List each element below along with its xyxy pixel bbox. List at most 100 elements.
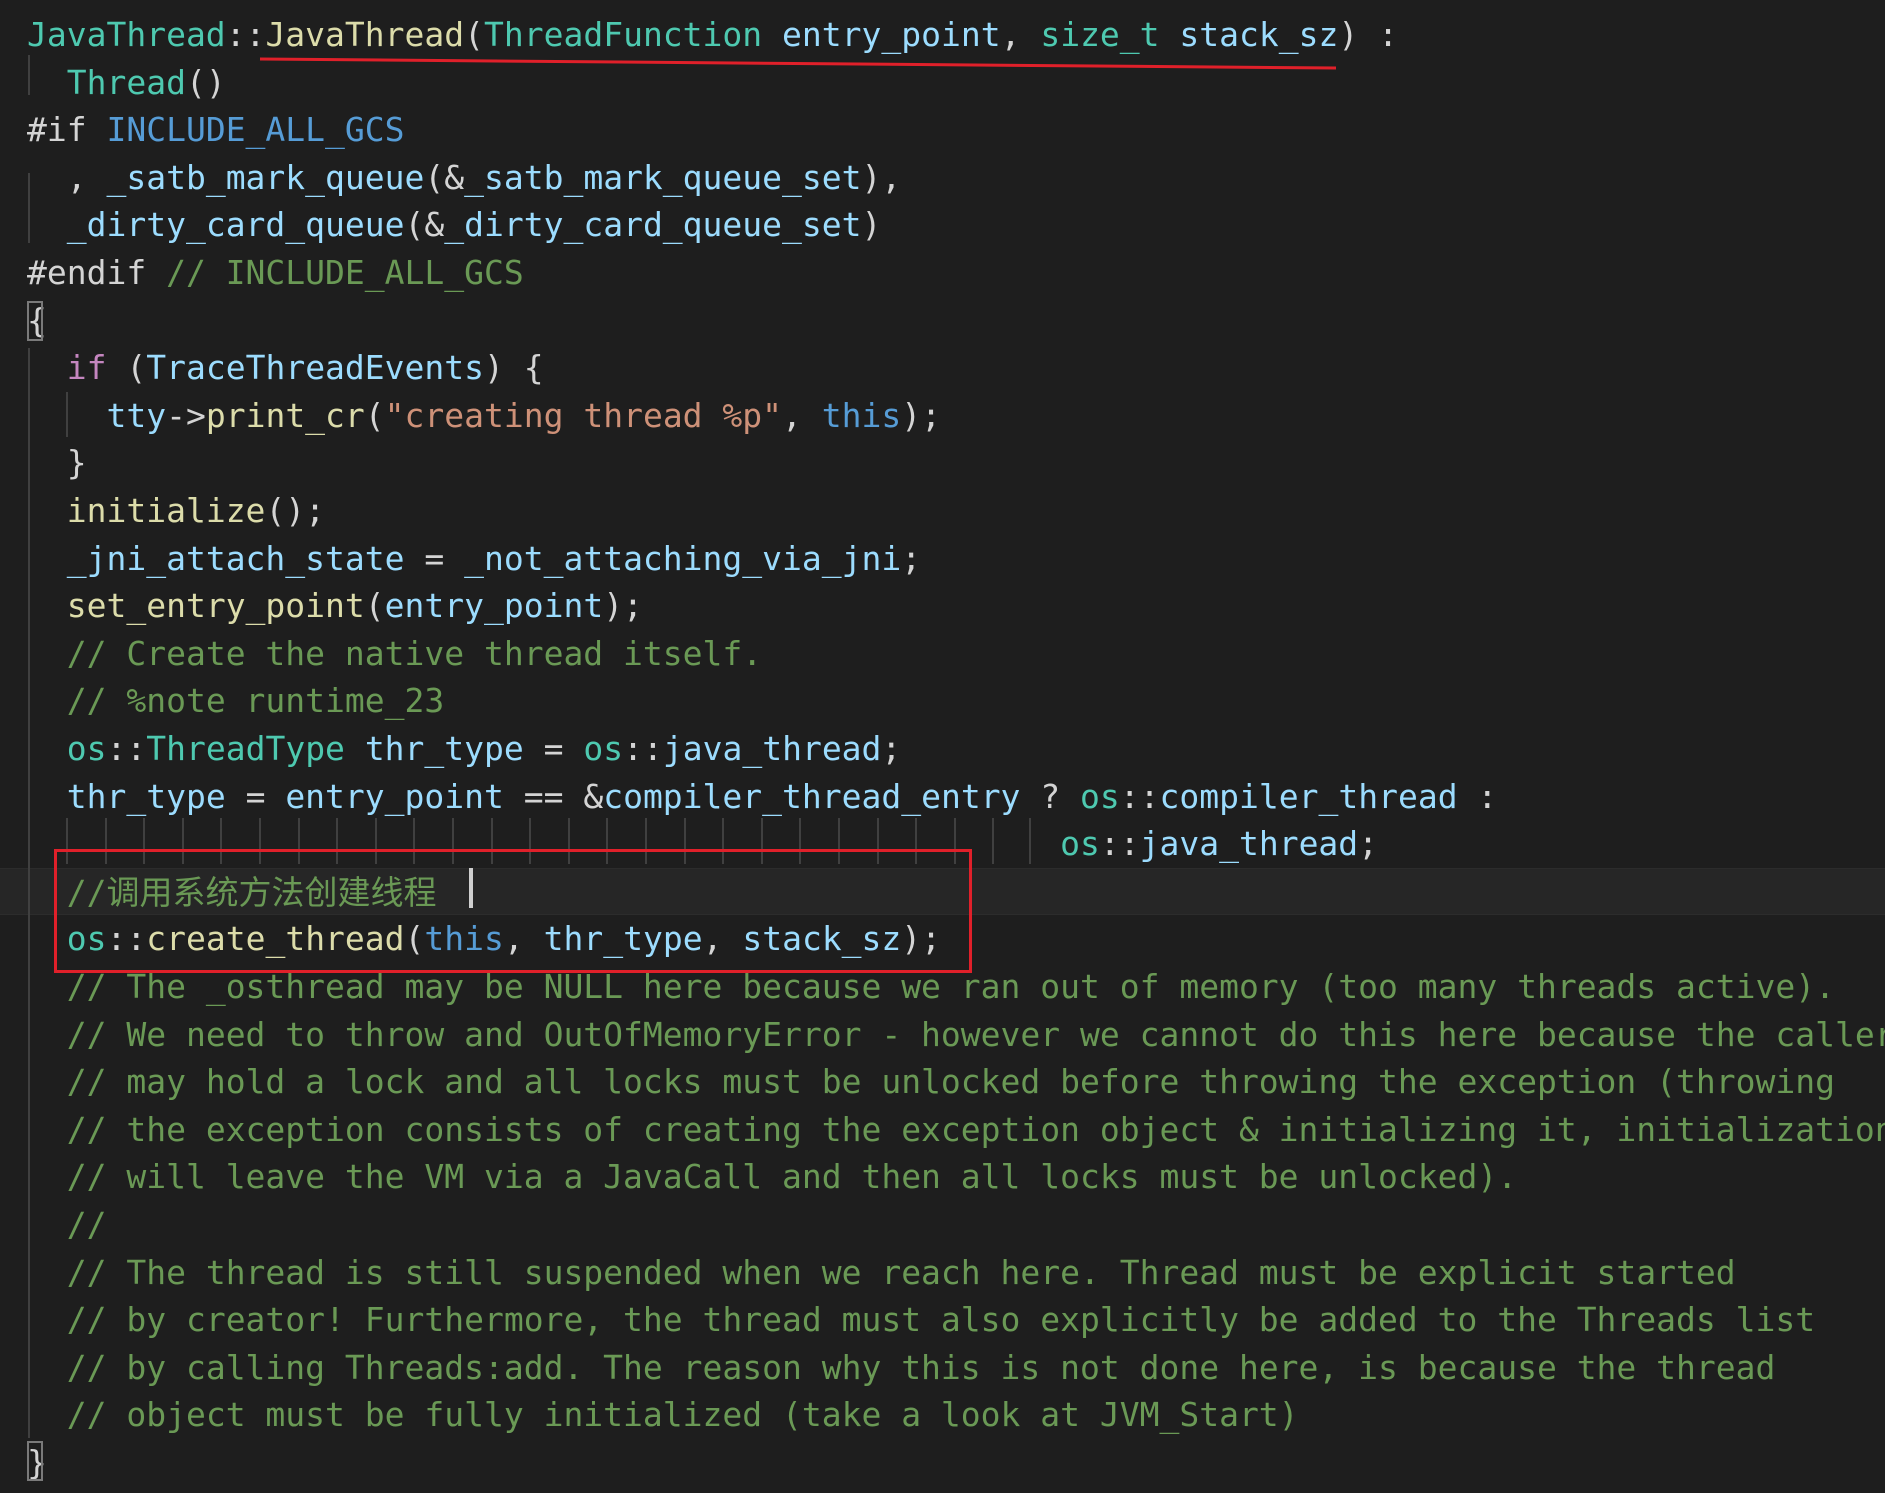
- code-token: ;: [901, 538, 922, 578]
- code-token: stack_sz: [742, 919, 902, 959]
- code-token: entry_point: [782, 15, 1001, 54]
- code-line-text: // The thread is still suspended when we…: [0, 1249, 1736, 1297]
- code-line-text: initialize();: [0, 487, 325, 535]
- code-line[interactable]: // Create the native thread itself.: [0, 630, 1885, 678]
- code-line-text: // Create the native thread itself.: [0, 630, 762, 678]
- code-line[interactable]: // will leave the VM via a JavaCall and …: [0, 1153, 1885, 1201]
- code-token: tty: [106, 395, 167, 435]
- code-line[interactable]: // The _osthread may be NULL here becaus…: [0, 963, 1885, 1011]
- code-token: (: [106, 348, 147, 388]
- code-line[interactable]: _jni_attach_state = _not_attaching_via_j…: [0, 535, 1885, 583]
- whitespace-tick: [992, 818, 995, 864]
- code-line-text: }: [0, 439, 87, 487]
- code-token: =: [225, 776, 286, 816]
- code-line-text: _jni_attach_state = _not_attaching_via_j…: [0, 535, 921, 583]
- code-token: thr_type: [364, 729, 524, 768]
- code-line-text: // %note runtime_23: [0, 677, 445, 725]
- whitespace-tick: [143, 818, 146, 864]
- code-line[interactable]: // The thread is still suspended when we…: [0, 1249, 1885, 1297]
- code-line[interactable]: // %note runtime_23: [0, 677, 1885, 725]
- whitespace-tick: [645, 818, 647, 864]
- code-line-text: set_entry_point(entry_point);: [0, 582, 643, 630]
- code-token: ->: [166, 395, 206, 435]
- code-line-text: // We need to throw and OutOfMemoryError…: [0, 1011, 1885, 1059]
- code-token: ),: [861, 157, 902, 197]
- code-token: (: [364, 586, 385, 626]
- code-token: ThreadFunction: [484, 15, 763, 54]
- code-token: _dirty_card_queue_set: [444, 205, 862, 245]
- code-token: this: [424, 919, 504, 959]
- code-line[interactable]: #endif // INCLUDE_ALL_GCS: [0, 249, 1885, 297]
- code-token: ) {: [484, 348, 544, 388]
- code-line[interactable]: tty->print_cr("creating thread %p", this…: [0, 392, 1885, 440]
- code-line[interactable]: thr_type = entry_point == &compiler_thre…: [0, 773, 1885, 821]
- code-line[interactable]: // by creator! Furthermore, the thread m…: [0, 1296, 1885, 1344]
- code-line[interactable]: // may hold a lock and all locks must be…: [0, 1058, 1885, 1106]
- code-line-text: // by calling Threads:add. The reason wh…: [0, 1344, 1776, 1392]
- code-line[interactable]: // We need to throw and OutOfMemoryError…: [0, 1011, 1885, 1059]
- code-token: ,: [702, 919, 743, 959]
- code-token: _satb_mark_queue_set: [464, 157, 862, 197]
- code-token: ,: [27, 157, 107, 197]
- code-line[interactable]: }: [0, 1439, 1885, 1487]
- code-line[interactable]: os::create_thread(this, thr_type, stack_…: [0, 915, 1885, 963]
- code-line[interactable]: //调用系统方法创建线程: [0, 867, 1885, 916]
- code-line[interactable]: }: [0, 439, 1885, 487]
- code-token: // will leave the VM via a JavaCall and …: [66, 1157, 1518, 1197]
- code-token: );: [901, 919, 942, 959]
- code-line[interactable]: // object must be fully initialized (tak…: [0, 1391, 1885, 1439]
- code-editor[interactable]: JavaThread::JavaThread(ThreadFunction en…: [0, 0, 1885, 1493]
- code-line[interactable]: if (TraceThreadEvents) {: [0, 344, 1885, 392]
- code-line[interactable]: // the exception consists of creating th…: [0, 1106, 1885, 1154]
- code-token: os: [66, 919, 107, 959]
- code-line[interactable]: JavaThread::JavaThread(ThreadFunction en…: [0, 11, 1885, 59]
- code-line[interactable]: _dirty_card_queue(&_dirty_card_queue_set…: [0, 201, 1885, 249]
- code-token: ::: [1119, 776, 1160, 816]
- whitespace-tick: [606, 818, 609, 864]
- code-token: // object must be fully initialized (tak…: [66, 1395, 1299, 1435]
- code-line[interactable]: os::ThreadType thr_type = os::java_threa…: [0, 725, 1885, 773]
- code-line[interactable]: {: [0, 297, 1885, 345]
- whitespace-tick: [452, 818, 454, 864]
- whitespace-tick: [490, 818, 493, 864]
- code-line-text: #if INCLUDE_ALL_GCS: [0, 106, 405, 154]
- code-line-text: Thread(): [0, 59, 226, 107]
- whitespace-tick: [1029, 818, 1031, 864]
- code-line[interactable]: initialize();: [0, 487, 1885, 535]
- code-line[interactable]: set_entry_point(entry_point);: [0, 582, 1885, 630]
- whitespace-tick: [760, 818, 763, 864]
- code-token: ,: [782, 395, 822, 435]
- code-line[interactable]: // by calling Threads:add. The reason wh…: [0, 1344, 1885, 1392]
- whitespace-tick: [567, 818, 570, 864]
- code-token: initialize: [66, 491, 266, 530]
- code-line[interactable]: , _satb_mark_queue(&_satb_mark_queue_set…: [0, 154, 1885, 202]
- code-token: ,: [503, 919, 544, 959]
- whitespace-tick: [876, 818, 879, 864]
- code-line-text: // will leave the VM via a JavaCall and …: [0, 1153, 1517, 1201]
- code-line[interactable]: os::java_thread;: [0, 820, 1885, 868]
- code-token: ::: [1099, 824, 1140, 864]
- code-line[interactable]: //: [0, 1201, 1885, 1249]
- code-token: entry_point: [384, 586, 604, 626]
- indent-guide: [28, 55, 30, 95]
- whitespace-tick: [683, 818, 686, 864]
- code-token: ::: [623, 729, 663, 768]
- code-line-text: os::ThreadType thr_type = os::java_threa…: [0, 725, 902, 773]
- code-line-text: thr_type = entry_point == &compiler_thre…: [0, 773, 1498, 821]
- code-line[interactable]: #if INCLUDE_ALL_GCS: [0, 106, 1885, 154]
- code-token: "creating thread %p": [384, 395, 783, 435]
- code-token: #endif: [27, 253, 167, 292]
- code-token: java_thread: [662, 729, 882, 768]
